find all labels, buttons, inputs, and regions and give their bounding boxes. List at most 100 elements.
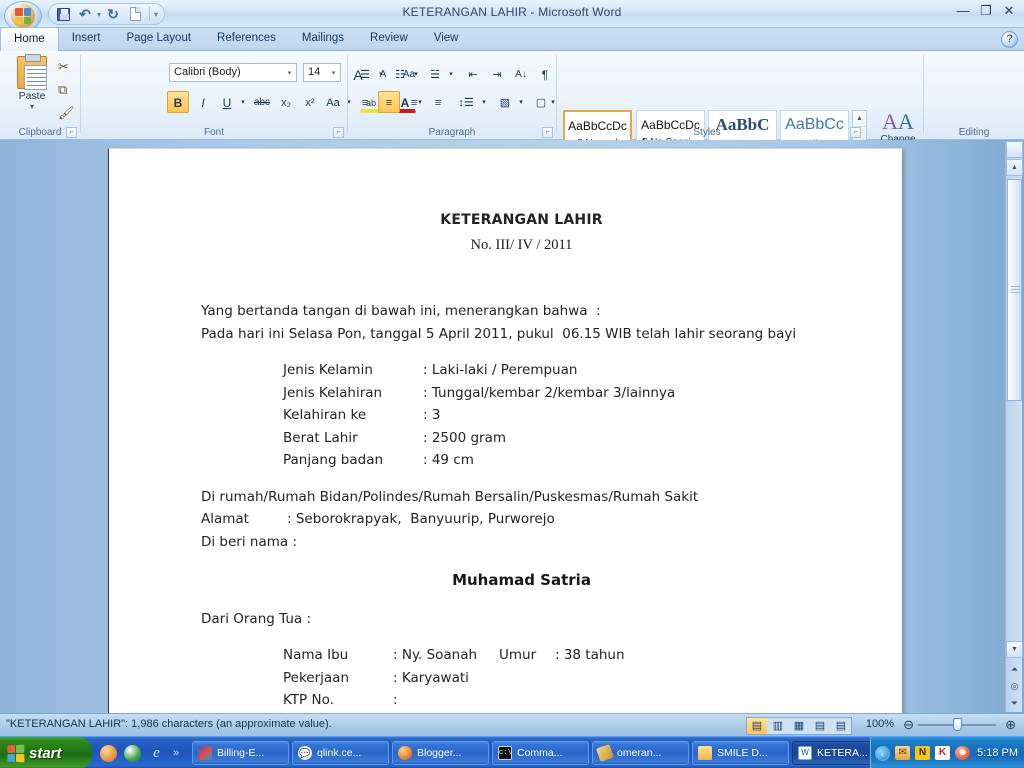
format-painter-button[interactable]: 🖌: [58, 105, 76, 123]
taskbar-item-command-prompt[interactable]: c:\ Comma...: [492, 741, 589, 765]
paste-icon: [17, 54, 47, 90]
multilevel-list-button[interactable]: ☱: [424, 63, 446, 85]
tab-review[interactable]: Review: [357, 28, 421, 51]
align-left-button[interactable]: ≡: [354, 91, 376, 113]
norton-icon[interactable]: N: [915, 746, 931, 760]
underline-caret-icon[interactable]: ▾: [238, 91, 248, 113]
select-browse-object-icon[interactable]: ◎: [1006, 678, 1023, 695]
paste-caret-icon[interactable]: ▾: [10, 102, 54, 111]
address-key: Alamat: [201, 511, 249, 527]
tab-references[interactable]: References: [204, 28, 289, 51]
scroll-down-arrow-icon[interactable]: ▼: [1006, 641, 1023, 658]
font-size-input[interactable]: 14 ▾: [303, 63, 341, 82]
help-icon[interactable]: ?: [1001, 31, 1018, 48]
strikethrough-button[interactable]: abc: [251, 91, 273, 113]
change-case-button[interactable]: Aa: [322, 91, 344, 113]
view-full-screen-reading-button[interactable]: ▥: [768, 718, 788, 734]
justify-button[interactable]: ≡: [427, 91, 449, 113]
zoom-in-button[interactable]: ⊕: [1005, 717, 1016, 732]
superscript-button[interactable]: x²: [299, 91, 321, 113]
cut-button[interactable]: ✂: [58, 59, 76, 77]
detail-row: Berat Lahir : 2500 gram: [283, 427, 842, 450]
clipboard-dialog-launcher[interactable]: ⌐: [66, 127, 77, 138]
shading-caret-icon[interactable]: ▾: [516, 91, 526, 113]
bullets-button[interactable]: ☰: [354, 63, 376, 85]
taskbar-item-qlink[interactable]: 💬 qlink.ce...: [292, 741, 389, 765]
font-name-caret-icon[interactable]: ▾: [285, 69, 294, 78]
show-hidden-icons-icon[interactable]: ‹: [875, 745, 891, 761]
font-dialog-launcher[interactable]: ⌐: [333, 127, 344, 138]
restore-button[interactable]: ❐: [977, 4, 995, 18]
media-player-icon[interactable]: [100, 744, 117, 762]
tab-mailings[interactable]: Mailings: [289, 28, 357, 51]
vertical-scrollbar[interactable]: ▲ ▼ ⏶ ◎ ⏷: [1005, 141, 1023, 712]
tab-insert[interactable]: Insert: [59, 28, 114, 51]
italic-button[interactable]: I: [192, 91, 214, 113]
multilevel-caret-icon[interactable]: ▾: [446, 63, 456, 85]
align-center-button[interactable]: ≡: [378, 91, 400, 113]
quick-launch-expand-icon[interactable]: »: [173, 747, 179, 759]
view-print-layout-button[interactable]: ▤: [747, 718, 767, 734]
font-name-value: Calibri (Body): [174, 66, 241, 78]
parent-value-2: : 38 tahun: [555, 647, 625, 663]
show-formatting-marks-button[interactable]: ¶: [534, 63, 556, 85]
taskbar-item-omeran[interactable]: omeran...: [592, 741, 689, 765]
scrollbar-thumb[interactable]: [1007, 179, 1022, 401]
word-application-window: ↶ ▾ ↻ ▾ KETERANGAN LAHIR - Microsoft Wor…: [0, 0, 1024, 768]
parent-key: Nama Ibu: [283, 647, 349, 663]
select-browse-object-top-icon[interactable]: [1006, 141, 1023, 158]
folder-icon: [698, 746, 712, 760]
tab-home[interactable]: Home: [0, 27, 59, 51]
underline-button[interactable]: U: [216, 91, 238, 113]
kaspersky-icon[interactable]: K: [935, 746, 951, 760]
line-spacing-caret-icon[interactable]: ▾: [479, 91, 489, 113]
paste-button[interactable]: Paste ▾: [10, 54, 54, 111]
previous-page-icon[interactable]: ⏶: [1006, 661, 1023, 678]
font-name-input[interactable]: Calibri (Body) ▾: [169, 63, 297, 82]
zoom-slider-knob[interactable]: [953, 718, 962, 731]
scroll-up-arrow-icon[interactable]: ▲: [1006, 159, 1023, 176]
taskbar-item-smile-d[interactable]: SMILE D...: [692, 741, 789, 765]
decrease-indent-button[interactable]: ⇤: [462, 63, 484, 85]
taskbar-item-label: Billing-E...: [217, 747, 265, 759]
taskbar-item-billing[interactable]: Billing-E...: [192, 741, 289, 765]
view-draft-button[interactable]: ▤: [831, 718, 851, 734]
chrome-icon[interactable]: [124, 744, 141, 762]
detail-row: Jenis Kelahiran : Tunggal/kembar 2/kemba…: [283, 382, 842, 405]
paragraph-dialog-launcher[interactable]: ⌐: [542, 127, 553, 138]
taskbar-item-label: qlink.ce...: [317, 747, 362, 759]
system-tray: ‹ ✉ N K ☻ 5:18 PM: [870, 737, 1024, 768]
view-outline-button[interactable]: ▤: [810, 718, 830, 734]
shading-button[interactable]: ▧: [494, 91, 516, 113]
document-page[interactable]: KETERANGAN LAHIR No. III/ IV / 2011 Yang…: [108, 148, 902, 713]
close-button[interactable]: ✕: [1000, 4, 1018, 18]
align-right-button[interactable]: ≡: [403, 91, 425, 113]
next-page-icon[interactable]: ⏷: [1006, 695, 1023, 712]
view-buttons: ▤ ▥ ▦ ▤ ▤: [746, 717, 852, 735]
styles-scroll-up-icon[interactable]: ▲: [853, 111, 866, 127]
document-body[interactable]: KETERANGAN LAHIR No. III/ IV / 2011 Yang…: [109, 149, 902, 712]
taskbar-item-blogger[interactable]: Blogger...: [392, 741, 489, 765]
start-button[interactable]: start: [0, 737, 92, 768]
sort-button[interactable]: A↓: [510, 63, 532, 85]
bullets-caret-icon[interactable]: ▾: [376, 63, 386, 85]
system-clock[interactable]: 5:18 PM: [977, 747, 1018, 759]
internet-explorer-icon[interactable]: e: [148, 745, 165, 762]
line-spacing-button[interactable]: ↕☰: [455, 91, 477, 113]
copy-button[interactable]: ⧉: [58, 82, 76, 100]
tab-page-layout[interactable]: Page Layout: [113, 28, 204, 51]
tab-view[interactable]: View: [421, 28, 472, 51]
font-size-caret-icon[interactable]: ▾: [329, 69, 338, 78]
numbering-caret-icon[interactable]: ▾: [411, 63, 421, 85]
bold-button[interactable]: B: [167, 91, 189, 113]
view-web-layout-button[interactable]: ▦: [789, 718, 809, 734]
styles-dialog-launcher[interactable]: ⌐: [850, 127, 861, 138]
mail-icon[interactable]: ✉: [895, 746, 911, 760]
minimize-button[interactable]: —: [954, 4, 972, 18]
subscript-button[interactable]: x₂: [275, 91, 297, 113]
numbering-button[interactable]: ☷: [389, 63, 411, 85]
messenger-icon[interactable]: ☻: [955, 746, 971, 760]
zoom-level[interactable]: 100%: [866, 718, 894, 730]
increase-indent-button[interactable]: ⇥: [486, 63, 508, 85]
zoom-out-button[interactable]: ⊖: [903, 717, 914, 732]
